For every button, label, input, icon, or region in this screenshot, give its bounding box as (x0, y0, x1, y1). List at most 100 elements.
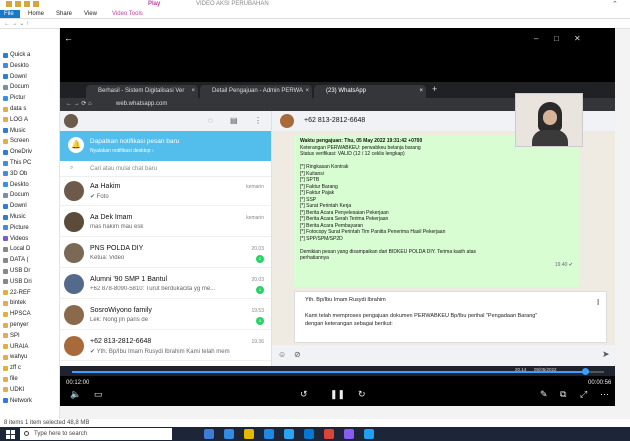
emoji-icon[interactable]: ☺ (278, 350, 286, 359)
nav-item[interactable]: Docum (3, 191, 29, 199)
avatar[interactable] (280, 114, 294, 128)
chat-list-item[interactable]: PNS POLDA DIY Ketua: Video 20.03 2 (60, 240, 271, 268)
avatar (64, 181, 84, 201)
maximize-icon[interactable]: □ (554, 34, 559, 43)
taskbar-app-icon[interactable] (224, 429, 234, 439)
skip-forward-icon[interactable]: ↻ (358, 389, 366, 400)
browser-tab-detail[interactable]: Detail Pengajuan - Admin PERWA × (200, 85, 312, 98)
nav-item[interactable]: Quick a (3, 51, 30, 59)
close-icon[interactable]: × (419, 85, 423, 98)
chat-list-item[interactable]: SosroWiyono family Lek: Nong jln paris de… (60, 302, 271, 330)
notification-banner[interactable]: 🔔 Dapatkan notifikasi pesan baru Nyalaka… (60, 131, 271, 161)
nav-item[interactable]: penyer (3, 321, 28, 329)
chat-list-item[interactable]: Aa Dek Imam mas hakim mau esk kemarin (60, 209, 271, 237)
nav-item[interactable]: USB Dr (3, 267, 30, 275)
browser-tab-sistem[interactable]: Berhasil - Sistem Digitalisasi Ver × (86, 85, 198, 98)
nav-item[interactable]: Downl (3, 73, 27, 81)
nav-item[interactable]: This PC (3, 159, 31, 167)
ribbon-tab-share[interactable]: Share (52, 10, 76, 18)
contact-name[interactable]: +62 813-2812-6648 (304, 117, 365, 124)
browser-tab-whatsapp[interactable]: (23) WhatsApp × (314, 85, 426, 98)
nav-item[interactable]: Pictur (3, 94, 25, 102)
nav-item[interactable]: Deskto (3, 181, 29, 189)
play-contextual-tab[interactable]: Play (148, 1, 160, 7)
taskbar-app-icon[interactable] (304, 429, 314, 439)
attach-icon[interactable]: ⊘ (294, 350, 301, 359)
nav-item[interactable]: Downl (3, 202, 27, 210)
nav-item[interactable]: Music (3, 127, 26, 135)
url-field[interactable]: web.whatsapp.com (116, 100, 167, 109)
search-input[interactable]: Cari atau mulai chat baru (90, 166, 157, 172)
nav-item[interactable]: OneDriv (3, 148, 32, 156)
nav-item[interactable]: Network (3, 397, 32, 405)
notif-sub[interactable]: Nyalakan notifikasi desktop › (90, 148, 154, 154)
chat-time: 20.03 (251, 277, 264, 283)
taskbar-app-icon[interactable] (324, 429, 334, 439)
ribbon-tab-video-tools[interactable]: Video Tools (108, 10, 147, 18)
taskbar-app-icon[interactable] (244, 429, 254, 439)
chat-preview: Lek: Nong jln paris de (90, 317, 149, 323)
taskbar-search[interactable]: Type here to search (20, 428, 172, 440)
taskbar-app-icon[interactable] (264, 429, 274, 439)
nav-item[interactable]: URAIA (3, 343, 28, 351)
nav-item[interactable]: 22-REF (3, 289, 31, 297)
back-forward-icon[interactable]: ← → ⌄ ↑ (4, 20, 29, 27)
nav-item[interactable]: HPSCA (3, 310, 31, 318)
taskbar-app-icon[interactable] (364, 429, 374, 439)
ribbon-tab-view[interactable]: View (80, 10, 101, 18)
minimize-icon[interactable]: – (534, 34, 538, 43)
nav-item[interactable]: wahyu (3, 353, 27, 361)
chat-list-item[interactable]: Alumni '90 SMP 1 Bantul +62 878-8090-5810… (60, 271, 271, 299)
nav-item[interactable]: USB Dri (3, 278, 32, 286)
ribbon-tab-home[interactable]: Home (24, 10, 48, 18)
chat-list-item[interactable]: Aa Hakim ✔ Foto kemarin (60, 178, 271, 206)
edit-icon[interactable]: ✎ (540, 389, 548, 400)
taskbar-app-icon[interactable] (284, 429, 294, 439)
back-arrow-icon[interactable]: ← (64, 33, 73, 43)
browser-nav-icon[interactable]: ← → ⟳ ⌂ (66, 100, 92, 109)
close-icon[interactable]: × (191, 85, 195, 98)
nav-item[interactable]: UDKI (3, 386, 24, 394)
ribbon-tab-file[interactable]: File (0, 10, 20, 18)
nav-item[interactable]: zff c (3, 364, 21, 372)
nav-item[interactable]: data s (3, 105, 26, 113)
subtitles-icon[interactable]: ▭ (94, 389, 103, 400)
current-time: 00:12:00 (66, 380, 90, 386)
nav-item[interactable]: Local D (3, 245, 30, 253)
start-button[interactable] (0, 427, 20, 441)
chat-list-item[interactable]: +62 813-2812-6648 ✔ Yth. Bp/Ibu Imam Rusy… (60, 333, 271, 361)
close-icon[interactable]: ✕ (574, 34, 581, 43)
menu-icon[interactable]: ⋮ (254, 116, 262, 125)
nav-item-label: URAIA (10, 343, 29, 350)
nav-item[interactable]: DATA ( (3, 256, 28, 264)
nav-item[interactable]: bintek (3, 299, 26, 307)
nav-item[interactable]: LOG A (3, 116, 28, 124)
nav-item[interactable]: Deskto (3, 62, 29, 70)
help-icon[interactable]: ⌃ (612, 0, 618, 8)
more-options-icon[interactable]: ⋯ (600, 389, 609, 400)
miniplayer-icon[interactable]: ⧉ (560, 389, 566, 400)
new-chat-icon[interactable]: ▤ (230, 116, 238, 125)
taskbar-app-icon[interactable] (204, 429, 214, 439)
taskbar-app-icon[interactable] (344, 429, 354, 439)
message-compose-preview[interactable]: Yth. Bp/Ibu Imam Rusydi Ibrahim Kami tel… (294, 291, 607, 343)
fullscreen-icon[interactable]: ⤢ (580, 389, 587, 400)
pause-icon[interactable]: ❚❚ (330, 389, 345, 400)
nav-item[interactable]: Docum (3, 83, 29, 91)
nav-item[interactable]: SPI (3, 332, 20, 340)
nav-item[interactable]: file (3, 375, 18, 383)
skip-back-icon[interactable]: ↺ (300, 389, 308, 400)
quick-access-toolbar[interactable] (6, 1, 48, 8)
nav-item[interactable]: Picture (3, 224, 29, 232)
new-tab-icon[interactable]: + (432, 84, 437, 94)
nav-item[interactable]: 3D Ob (3, 170, 27, 178)
nav-item[interactable]: Music (3, 213, 26, 221)
chat-search[interactable]: ⌕ Cari atau mulai chat baru (60, 161, 271, 177)
avatar[interactable] (64, 114, 78, 128)
send-icon[interactable]: ➤ (602, 349, 610, 360)
close-icon[interactable]: × (305, 85, 309, 98)
nav-item[interactable]: Screen (3, 137, 29, 145)
status-icon[interactable]: ◌ (208, 116, 213, 125)
nav-item[interactable]: Videos (3, 235, 28, 243)
volume-icon[interactable]: 🔈 (70, 389, 81, 400)
